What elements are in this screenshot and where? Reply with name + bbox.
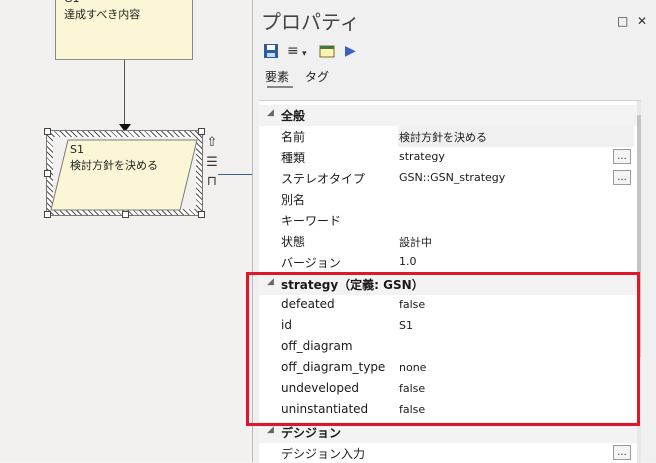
- element-window-icon[interactable]: [319, 43, 335, 59]
- property-row[interactable]: バージョン 1.0: [259, 252, 641, 273]
- panel-title: プロパティ: [261, 10, 360, 34]
- quick-link-arrow-icon[interactable]: ⇧: [205, 136, 219, 150]
- panel-tabs: 要素 タグ: [253, 66, 656, 88]
- properties-list-icon[interactable]: ☰: [205, 156, 219, 170]
- property-row[interactable]: デシジョン入力 ...: [259, 443, 641, 463]
- property-name: 名前: [281, 130, 306, 144]
- panel-toolbar: ≡ ▾ ▶: [253, 40, 656, 64]
- property-name: 種類: [281, 151, 306, 165]
- ellipsis-button[interactable]: ...: [613, 149, 631, 164]
- property-name: デシジョン入力: [281, 447, 366, 461]
- collapse-triangle-icon[interactable]: ◢: [267, 108, 274, 118]
- chevron-down-icon[interactable]: ▾: [302, 46, 307, 62]
- property-row[interactable]: ステレオタイプ GSN::GSN_strategy ...: [259, 168, 641, 189]
- tab-tags[interactable]: タグ: [305, 68, 329, 85]
- expand-arrow-icon[interactable]: ▶: [345, 43, 356, 59]
- category-label: 全般: [281, 109, 306, 123]
- restore-icon[interactable]: □: [617, 14, 628, 28]
- collapse-triangle-icon[interactable]: ◢: [267, 425, 274, 435]
- ellipsis-button[interactable]: ...: [613, 445, 631, 460]
- property-value[interactable]: GSN::GSN_strategy: [399, 171, 505, 184]
- property-value[interactable]: 設計中: [399, 234, 432, 250]
- outgoing-connector[interactable]: [218, 174, 256, 175]
- property-value[interactable]: 1.0: [399, 255, 417, 268]
- category-general[interactable]: ◢ 全般: [259, 105, 641, 126]
- property-row[interactable]: 別名: [259, 189, 641, 210]
- resize-handle-top-left[interactable]: [44, 128, 51, 135]
- resize-handle-bottom[interactable]: [122, 211, 129, 218]
- goal-strategy-connector[interactable]: [124, 60, 125, 127]
- property-name: 状態: [281, 235, 306, 249]
- highlight-box: [246, 272, 640, 426]
- close-icon[interactable]: ✕: [637, 14, 647, 28]
- property-name: バージョン: [281, 256, 341, 270]
- property-name: 別名: [281, 193, 306, 207]
- ellipsis-button[interactable]: ...: [613, 170, 631, 185]
- menu-icon[interactable]: ≡: [287, 43, 299, 59]
- resize-handle-bottom-left[interactable]: [44, 211, 51, 218]
- resize-handle-top-right[interactable]: [198, 128, 205, 135]
- active-tab-indicator: [267, 86, 293, 88]
- goal-id: G1: [64, 0, 80, 5]
- property-row[interactable]: 種類 strategy ...: [259, 147, 641, 168]
- property-value[interactable]: strategy: [399, 150, 445, 163]
- property-row[interactable]: 状態 設計中: [259, 231, 641, 252]
- property-name: キーワード: [281, 214, 342, 228]
- strategy-text: 検討方針を決める: [70, 159, 158, 172]
- save-icon[interactable]: [263, 43, 279, 59]
- tab-element[interactable]: 要素: [265, 68, 289, 85]
- connector-plug-icon[interactable]: ⊓: [205, 175, 219, 189]
- property-row[interactable]: 名前 検討方針を決める: [259, 126, 641, 147]
- property-value[interactable]: 検討方針を決める: [399, 129, 487, 145]
- category-label: デシジョン: [281, 426, 342, 440]
- resize-handle-bottom-right[interactable]: [198, 211, 205, 218]
- property-name: ステレオタイプ: [281, 172, 366, 186]
- goal-element[interactable]: G1 達成すべき内容: [55, 0, 193, 60]
- goal-text: 達成すべき内容: [64, 8, 141, 21]
- property-row[interactable]: キーワード: [259, 210, 641, 231]
- strategy-id: S1: [70, 143, 84, 156]
